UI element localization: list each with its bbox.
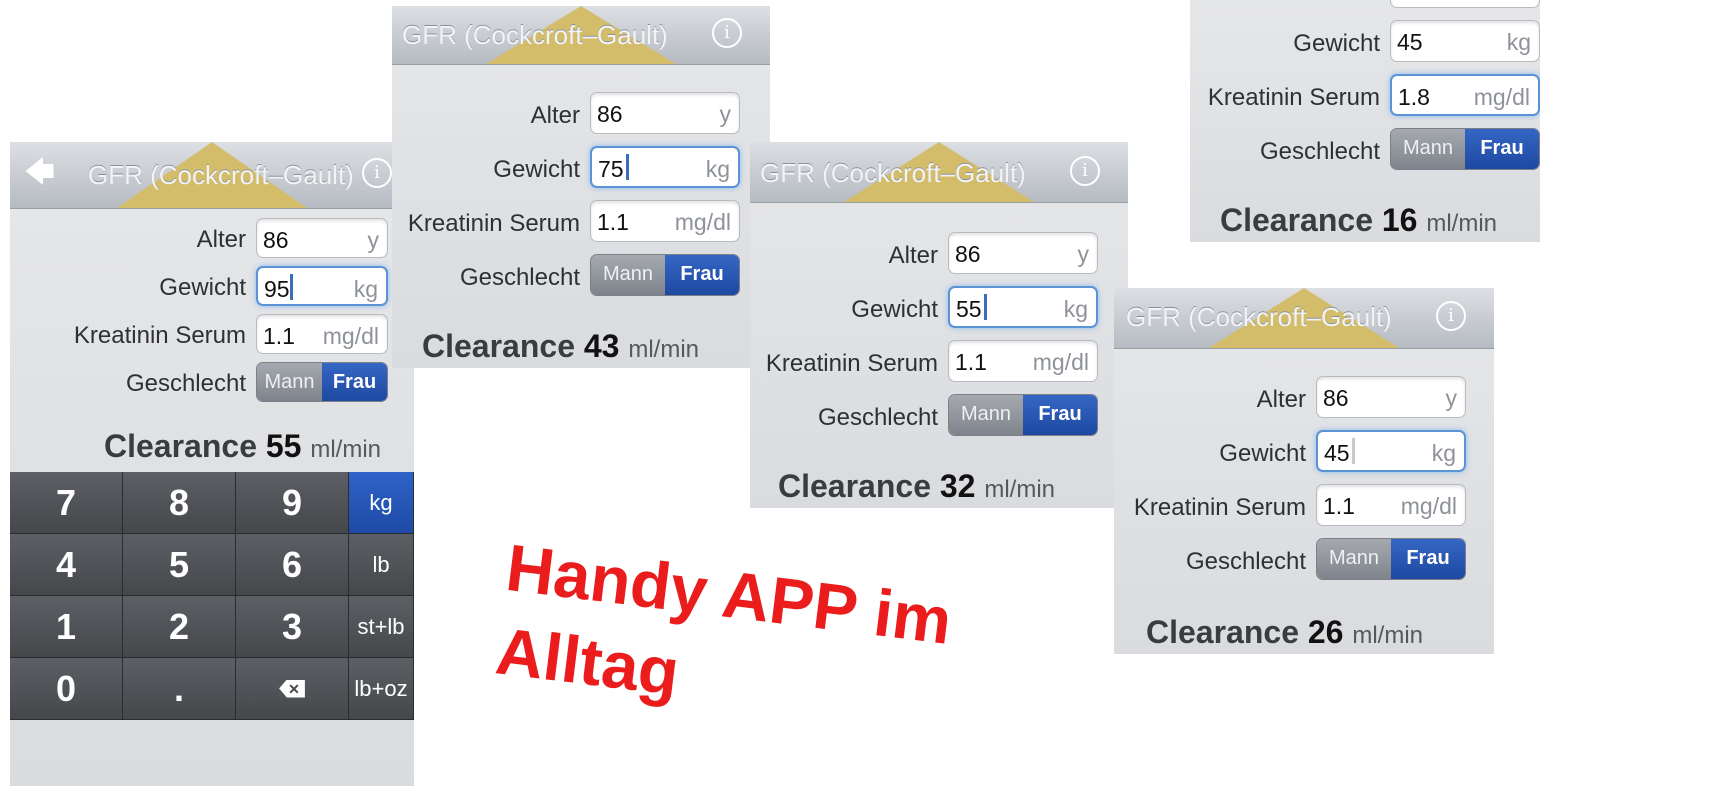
app-screen-5: Gewicht 45 kg Kreatinin Serum 1.8 mg/dl Ge…	[1190, 0, 1540, 242]
caption-handy-app: Handy APP im Alltag	[492, 529, 956, 710]
unit-key-lb-oz[interactable]: lb+oz	[349, 658, 414, 720]
sex-segmented-control[interactable]: Mann Frau	[590, 254, 740, 296]
clearance-result: Clearance 55 ml/min	[104, 428, 382, 464]
creatinine-field[interactable]: 1.1 mg/dl	[1316, 484, 1466, 526]
app-screen-2: GFR (Cockcroft–Gault) i Alter 86 y Gewich…	[392, 6, 770, 368]
age-field[interactable]: 86 y	[256, 218, 388, 258]
weight-field[interactable]: 95 kg	[256, 266, 388, 306]
key-2[interactable]: 2	[123, 596, 236, 658]
app-screen-3: GFR (Cockcroft–Gault) i Alter 86 y Gewich…	[750, 142, 1128, 508]
sex-label: Geschlecht	[459, 264, 580, 291]
age-label: Alter	[530, 102, 580, 129]
key-1[interactable]: 1	[10, 596, 123, 658]
sex-segmented-control[interactable]: Mann Frau	[948, 394, 1098, 436]
clearance-result: Clearance 26 ml/min	[1146, 614, 1424, 650]
page-title: GFR (Cockcroft–Gault)	[402, 20, 668, 50]
navigation-bar: 🡄 GFR (Cockcroft–Gault) i	[10, 142, 414, 209]
sex-option-male[interactable]: Mann	[1391, 129, 1465, 169]
key-decimal[interactable]: .	[123, 658, 236, 720]
weight-field[interactable]: 75 kg	[590, 146, 740, 188]
age-label: Alter	[1256, 386, 1306, 413]
info-icon[interactable]: i	[362, 158, 392, 188]
sex-segmented-control[interactable]: Mann Frau	[1390, 128, 1540, 170]
clearance-result: Clearance 32 ml/min	[778, 468, 1056, 504]
creatinine-field[interactable]: 1.8 mg/dl	[1390, 74, 1540, 116]
sex-option-male[interactable]: Mann	[257, 363, 322, 401]
key-6[interactable]: 6	[236, 534, 349, 596]
page-title: GFR (Cockcroft–Gault)	[1126, 302, 1392, 332]
key-9[interactable]: 9	[236, 472, 349, 534]
creatinine-field[interactable]: 1.1 mg/dl	[590, 200, 740, 242]
text-caret	[626, 154, 629, 180]
info-icon[interactable]: i	[1070, 156, 1100, 186]
weight-label: Gewicht	[493, 156, 580, 183]
clearance-result: Clearance 16 ml/min	[1220, 202, 1498, 238]
app-screen-1: 🡄 GFR (Cockcroft–Gault) i Alter 86 y Gewi…	[10, 142, 414, 786]
clearance-result: Clearance 43 ml/min	[422, 328, 700, 364]
sex-segmented-control[interactable]: Mann Frau	[1316, 538, 1466, 580]
weight-label: Gewicht	[1219, 440, 1306, 467]
sex-label: Geschlecht	[1259, 138, 1380, 165]
key-5[interactable]: 5	[123, 534, 236, 596]
sex-option-male[interactable]: Mann	[591, 255, 665, 295]
info-icon[interactable]: i	[1436, 301, 1466, 331]
sex-label: Geschlecht	[817, 404, 938, 431]
creatinine-label: Kreatinin Serum	[1207, 84, 1380, 111]
unit-key-lb[interactable]: lb	[349, 534, 414, 596]
sex-option-female[interactable]: Frau	[322, 363, 387, 401]
numeric-keypad: 7 8 9 kg 4 5 6 lb 1 2 3 st+lb 0 . ✕ lb+o…	[10, 472, 414, 720]
sex-option-male[interactable]: Mann	[949, 395, 1023, 435]
sex-option-female[interactable]: Frau	[1023, 395, 1097, 435]
creatinine-label: Kreatinin Serum	[1133, 494, 1306, 521]
key-7[interactable]: 7	[10, 472, 123, 534]
text-caret	[290, 274, 293, 300]
sex-label: Geschlecht	[125, 370, 246, 397]
weight-label: Gewicht	[1293, 30, 1380, 57]
sex-option-female[interactable]: Frau	[665, 255, 739, 295]
key-3[interactable]: 3	[236, 596, 349, 658]
creatinine-field[interactable]: 1.1 mg/dl	[948, 340, 1098, 382]
sex-label: Geschlecht	[1185, 548, 1306, 575]
unit-key-kg[interactable]: kg	[349, 472, 414, 534]
navigation-bar: GFR (Cockcroft–Gault) i	[1114, 288, 1494, 349]
backspace-icon[interactable]: ✕	[236, 658, 349, 720]
age-label: Alter	[196, 226, 246, 253]
weight-label: Gewicht	[851, 296, 938, 323]
age-field[interactable]: 86 y	[948, 232, 1098, 274]
key-4[interactable]: 4	[10, 534, 123, 596]
age-field[interactable]: 86 y	[590, 92, 740, 134]
sex-option-male[interactable]: Mann	[1317, 539, 1391, 579]
text-caret	[1352, 438, 1355, 464]
unit-key-st-lb[interactable]: st+lb	[349, 596, 414, 658]
age-field[interactable]: 86 y	[1316, 376, 1466, 418]
weight-label: Gewicht	[159, 274, 246, 301]
key-8[interactable]: 8	[123, 472, 236, 534]
weight-field[interactable]: 45 kg	[1316, 430, 1466, 472]
back-arrow-icon[interactable]: 🡄	[24, 158, 55, 188]
weight-field[interactable]: 45 kg	[1390, 20, 1540, 62]
sex-option-female[interactable]: Frau	[1465, 129, 1539, 169]
navigation-bar: GFR (Cockcroft–Gault) i	[750, 142, 1128, 203]
creatinine-field[interactable]: 1.1 mg/dl	[256, 314, 388, 354]
navigation-bar: GFR (Cockcroft–Gault) i	[392, 6, 770, 65]
page-title: GFR (Cockcroft–Gault)	[760, 158, 1026, 188]
page-title: GFR (Cockcroft–Gault)	[88, 160, 354, 190]
sex-segmented-control[interactable]: Mann Frau	[256, 362, 388, 402]
age-field[interactable]	[1390, 0, 1540, 8]
text-caret	[984, 294, 987, 320]
info-icon[interactable]: i	[712, 18, 742, 48]
weight-field[interactable]: 55 kg	[948, 286, 1098, 328]
age-label: Alter	[888, 242, 938, 269]
creatinine-label: Kreatinin Serum	[73, 322, 246, 349]
sex-option-female[interactable]: Frau	[1391, 539, 1465, 579]
key-0[interactable]: 0	[10, 658, 123, 720]
app-screen-4: GFR (Cockcroft–Gault) i Alter 86 y Gewich…	[1114, 288, 1494, 654]
creatinine-label: Kreatinin Serum	[765, 350, 938, 377]
creatinine-label: Kreatinin Serum	[407, 210, 580, 237]
